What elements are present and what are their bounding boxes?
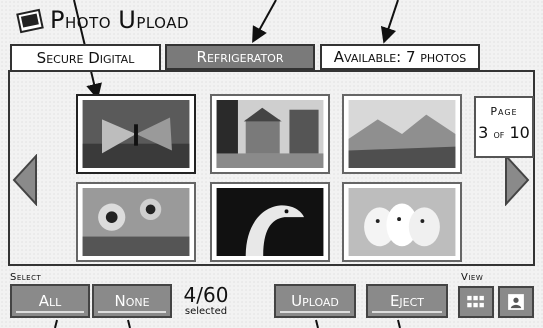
prev-page-arrow-icon[interactable] [12, 154, 38, 206]
selection-counter: 4/60 selected [178, 284, 234, 317]
photo-thumbnail[interactable] [342, 182, 462, 262]
tab-label: Secure Digital [36, 49, 135, 67]
single-view-button[interactable] [498, 286, 534, 318]
selected-label: selected [184, 306, 228, 317]
grid-view-icon [467, 295, 484, 308]
available-label: Available: 7 photos [333, 48, 467, 66]
street-houses-photo [216, 100, 324, 168]
page-label: Page [490, 105, 518, 118]
photo-thumbnail[interactable] [342, 94, 462, 174]
butterfly-photo [82, 100, 190, 168]
sunflowers-photo [82, 188, 190, 256]
tab-label: Refrigerator [196, 48, 284, 66]
eject-button[interactable]: Eject [366, 284, 448, 318]
view-label: View [461, 272, 484, 283]
bird-photo [216, 188, 324, 256]
next-page-arrow-icon[interactable] [504, 154, 530, 206]
photo-thumbnail[interactable] [210, 182, 330, 262]
select-label: Select [10, 272, 42, 283]
single-photo-view-icon [508, 294, 524, 310]
page-indicator: Page 3 of 10 [474, 96, 534, 158]
bottom-callout-ticks [54, 319, 401, 328]
puppies-photo [348, 188, 456, 256]
photo-thumbnail[interactable] [210, 94, 330, 174]
source-tabs: Secure Digital Refrigerator Available: 7… [0, 44, 543, 72]
tab-secure-digital[interactable]: Secure Digital [10, 44, 161, 70]
tab-refrigerator[interactable]: Refrigerator [165, 44, 315, 70]
photo-thumbnail[interactable] [76, 182, 196, 262]
select-all-button[interactable]: All [10, 284, 90, 318]
photo-thumbnail[interactable] [76, 94, 196, 174]
select-none-button[interactable]: None [92, 284, 172, 318]
upload-button[interactable]: Upload [274, 284, 356, 318]
selected-count: 4/60 [183, 283, 229, 307]
grid-view-button[interactable] [458, 286, 494, 318]
mountain-landscape-photo [348, 100, 456, 168]
available-photos-status: Available: 7 photos [320, 44, 480, 70]
page-number: 3 of 10 [478, 123, 530, 142]
